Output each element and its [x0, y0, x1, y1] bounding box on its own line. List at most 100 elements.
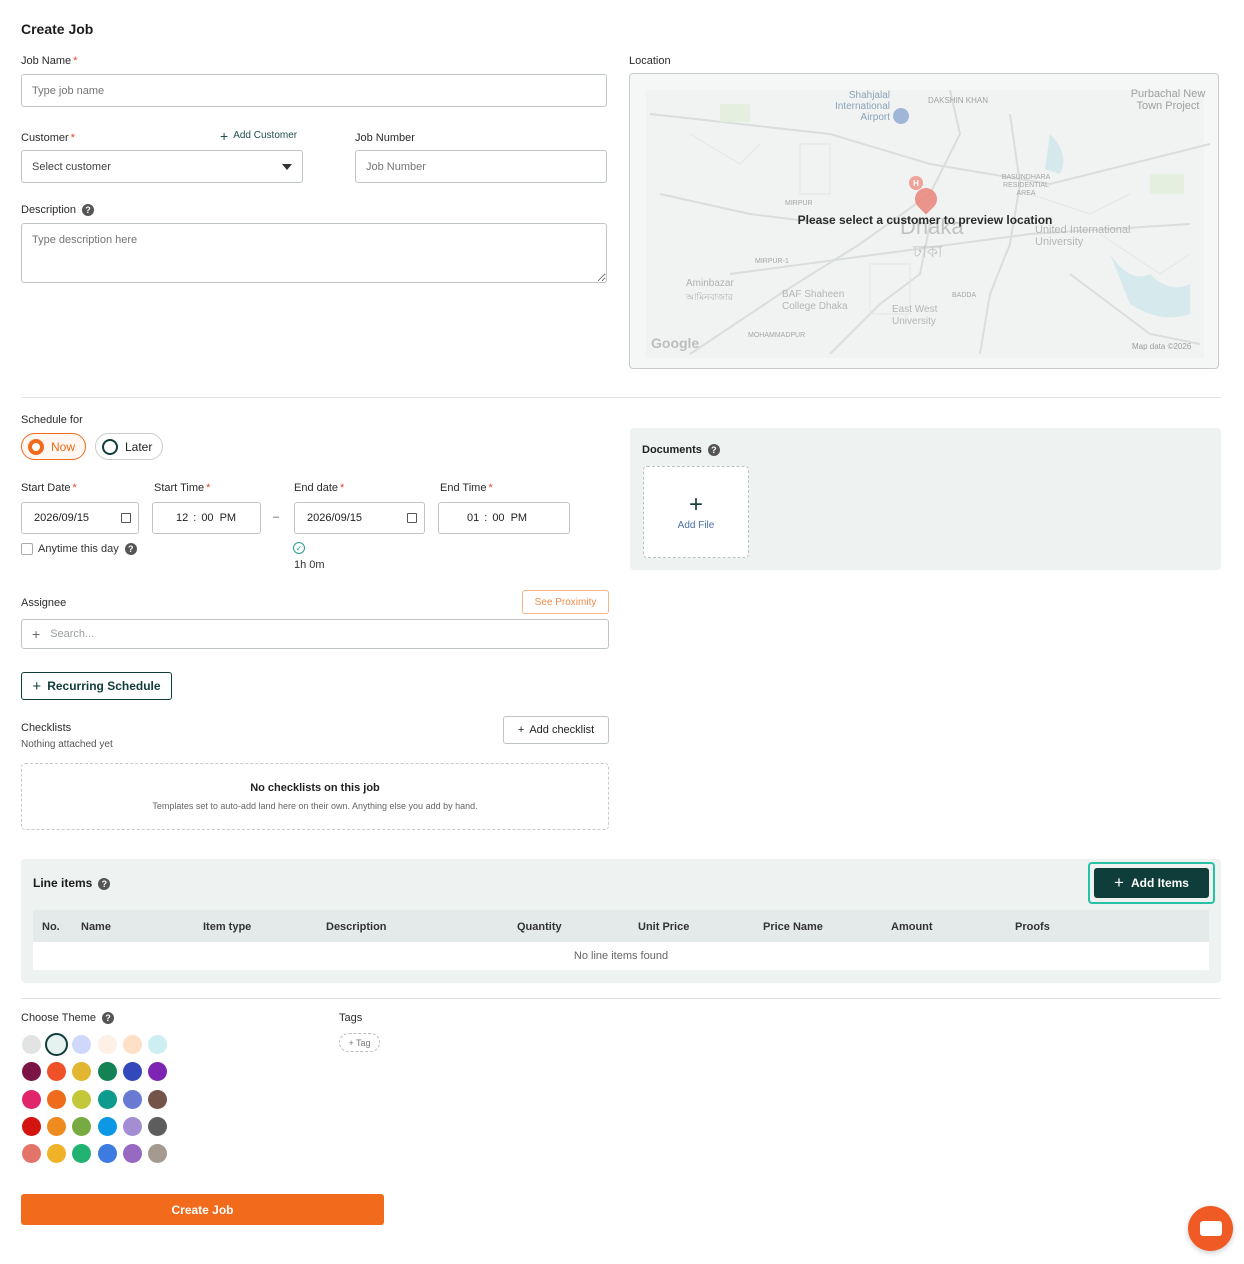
theme-swatch[interactable]	[22, 1089, 41, 1109]
schedule-later-radio[interactable]: Later	[95, 433, 164, 460]
anytime-checkbox[interactable]: Anytime this day ?	[21, 543, 137, 555]
col-unit-price: Unit Price	[638, 921, 690, 933]
google-logo: Google	[651, 335, 700, 351]
customer-select[interactable]: Select customer	[21, 150, 303, 183]
assignee-search[interactable]: + Search...	[21, 619, 609, 649]
theme-swatch[interactable]	[148, 1035, 167, 1054]
checklists-label: Checklists	[21, 722, 72, 734]
theme-swatch[interactable]	[72, 1116, 92, 1136]
map-place-aminbazar: Aminbazar	[686, 278, 734, 289]
help-icon[interactable]: ?	[707, 444, 720, 457]
job-name-label: Job Name *	[21, 55, 78, 67]
section-divider	[21, 397, 1221, 398]
end-time-label: End Time *	[440, 482, 493, 494]
theme-swatch[interactable]	[47, 1116, 67, 1136]
job-number-input[interactable]	[355, 150, 607, 183]
help-icon[interactable]: ?	[102, 1012, 115, 1025]
see-proximity-button[interactable]: See Proximity	[522, 590, 609, 614]
add-items-button[interactable]: + Add Items	[1094, 868, 1209, 898]
col-item-type: Item type	[203, 921, 252, 933]
theme-swatch[interactable]	[97, 1089, 117, 1109]
theme-swatch[interactable]	[148, 1062, 167, 1082]
theme-swatch[interactable]	[47, 1089, 67, 1109]
end-time-input[interactable]: 01 : 00 PM	[438, 502, 570, 534]
theme-swatch[interactable]	[22, 1062, 41, 1082]
help-icon[interactable]: ?	[98, 877, 111, 890]
theme-swatch[interactable]	[97, 1035, 117, 1054]
theme-swatch[interactable]	[72, 1035, 92, 1054]
checklists-sub: Nothing attached yet	[21, 739, 113, 750]
add-tag-button[interactable]: + Tag	[339, 1033, 380, 1052]
theme-swatch[interactable]	[122, 1116, 142, 1136]
map-place-ewu: East West University	[892, 304, 938, 327]
theme-swatch[interactable]	[72, 1062, 92, 1082]
help-icon[interactable]: ?	[124, 543, 137, 555]
map-place-purbachal: Purbachal New Town Project	[1130, 88, 1206, 112]
assignee-label: Assignee	[21, 597, 67, 609]
schedule-now-radio[interactable]: Now	[21, 433, 87, 460]
checklists-empty: No checklists on this job Templates set …	[21, 763, 609, 830]
range-separator: –	[273, 511, 280, 523]
recurring-schedule-button[interactable]: + Recurring Schedule	[21, 672, 172, 700]
chat-launcher-button[interactable]	[1188, 1206, 1233, 1251]
schedule-label: Schedule for	[21, 414, 83, 426]
tags-label: Tags	[339, 1012, 363, 1024]
radio-unselected-icon	[102, 438, 118, 455]
description-textarea[interactable]	[21, 223, 607, 283]
plus-icon: +	[517, 724, 525, 736]
chat-bubble-icon	[1199, 1221, 1222, 1236]
duration-text: 1h 0m	[294, 559, 325, 571]
theme-swatch[interactable]	[148, 1144, 167, 1164]
add-file-button[interactable]: + Add File	[643, 466, 749, 558]
map-place-mirpur: MIRPUR	[785, 200, 813, 207]
section-divider	[21, 998, 1221, 999]
col-price-name: Price Name	[763, 921, 823, 933]
help-icon[interactable]: ?	[82, 204, 95, 217]
theme-swatch[interactable]	[22, 1116, 41, 1136]
theme-swatch[interactable]	[97, 1144, 117, 1164]
theme-swatch[interactable]	[72, 1144, 92, 1164]
theme-swatch[interactable]	[22, 1035, 41, 1054]
add-customer-link[interactable]: + Add Customer	[220, 129, 297, 143]
theme-swatch[interactable]	[148, 1116, 167, 1136]
map-place-dakshin-khan: DAKSHIN KHAN	[928, 96, 989, 105]
calendar-icon	[121, 513, 131, 523]
theme-swatch[interactable]	[122, 1035, 142, 1054]
theme-swatch[interactable]	[122, 1144, 142, 1164]
theme-swatch[interactable]	[97, 1116, 117, 1136]
theme-swatch[interactable]	[122, 1089, 142, 1109]
map-place-badda: BADDA	[952, 292, 977, 299]
map-place-dhaka-bn: ঢাকা	[913, 244, 943, 261]
col-name: Name	[81, 921, 111, 933]
map-place-baf: BAF Shaheen College Dhaka	[782, 289, 848, 312]
map-credit: Map data ©2026	[1132, 342, 1192, 351]
theme-swatch[interactable]	[122, 1062, 142, 1082]
description-label: Description?	[21, 204, 95, 217]
map-place-basundhara: BASUNDHARA RESIDENTIAL AREA	[1001, 174, 1051, 197]
location-label: Location	[629, 55, 671, 67]
map-place-mohammadpur: MOHAMMADPUR	[748, 332, 806, 339]
checkbox-icon	[21, 543, 33, 555]
theme-swatch[interactable]	[148, 1089, 167, 1109]
start-date-label: Start Date *	[21, 482, 77, 494]
theme-swatch[interactable]	[47, 1062, 67, 1082]
line-items-title: Line items?	[33, 876, 111, 890]
map-overlay-text: Please select a customer to preview loca…	[797, 213, 1053, 227]
calendar-icon	[407, 513, 417, 523]
theme-swatch[interactable]	[22, 1144, 41, 1164]
theme-swatch[interactable]	[72, 1089, 92, 1109]
start-date-input[interactable]: 2026/09/15	[21, 502, 139, 534]
end-date-input[interactable]: 2026/09/15	[294, 502, 425, 534]
add-checklist-button[interactable]: + Add checklist	[503, 716, 609, 744]
plus-icon: +	[688, 490, 703, 518]
hospital-marker-icon: H	[909, 176, 923, 190]
location-map[interactable]: Shahjalal International Airport DAKSHIN …	[629, 73, 1219, 369]
create-job-button[interactable]: Create Job	[21, 1194, 384, 1225]
job-name-input[interactable]	[21, 74, 607, 107]
theme-swatch[interactable]	[97, 1062, 117, 1082]
theme-swatch[interactable]	[47, 1144, 67, 1164]
documents-label: Documents?	[642, 444, 720, 457]
col-amount: Amount	[891, 921, 933, 933]
start-time-input[interactable]: 12 : 00 PM	[152, 502, 261, 534]
map-place-mirpur1: MIRPUR-1	[755, 258, 789, 265]
